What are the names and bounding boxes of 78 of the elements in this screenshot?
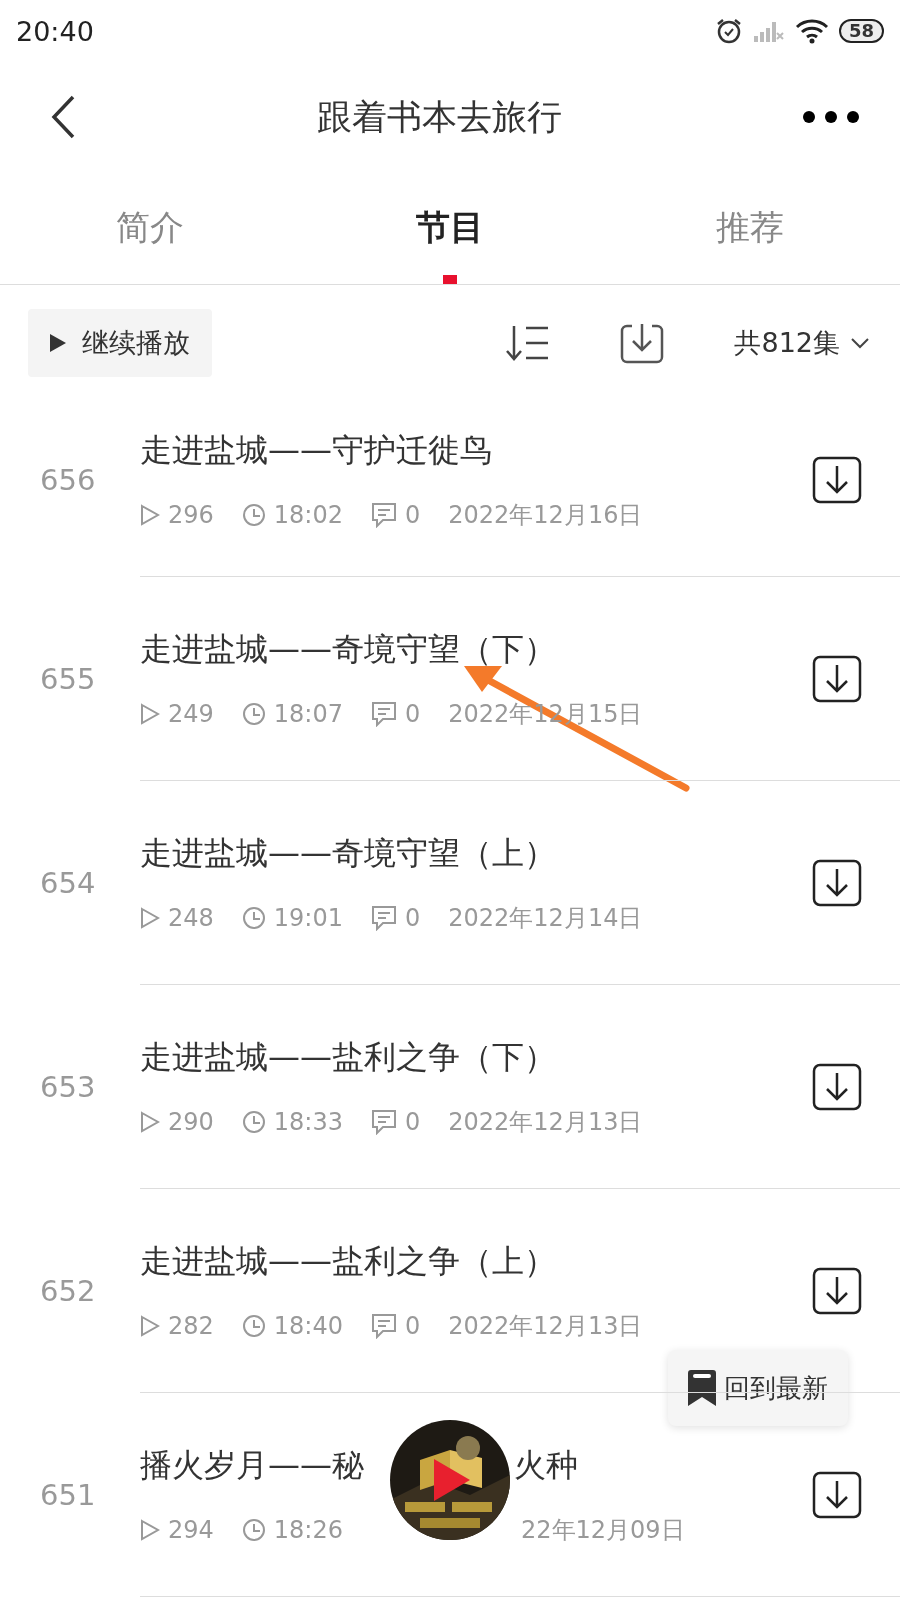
comment-icon	[371, 905, 397, 931]
download-icon[interactable]	[812, 1471, 862, 1519]
episode-title[interactable]: 走进盐城——奇境守望（下）	[140, 628, 556, 672]
play-count-icon	[140, 1111, 160, 1133]
play-count: 290	[168, 1108, 214, 1136]
episode-title[interactable]: 播火岁月——秘	[140, 1444, 364, 1488]
episode-date: 2022年12月15日	[448, 699, 643, 730]
comment-icon	[371, 1109, 397, 1135]
episode-count-dropdown[interactable]: 共812集	[734, 325, 870, 361]
play-icon	[50, 334, 66, 352]
tab[interactable]: 简介	[96, 195, 204, 261]
duration: 18:40	[273, 1312, 343, 1340]
episode-title[interactable]: 火种	[514, 1444, 578, 1488]
episode-date: 2022年12月13日	[448, 1107, 643, 1138]
episode-number: 656	[39, 463, 97, 497]
clock-icon	[241, 1314, 266, 1338]
download-icon[interactable]	[812, 655, 862, 703]
play-count-icon	[140, 1519, 160, 1541]
episode-title[interactable]: 走进盐城——盐利之争（上）	[140, 1240, 556, 1284]
episode-date: 2022年12月16日	[448, 500, 643, 531]
episode-title[interactable]: 走进盐城——奇境守望（上）	[140, 832, 556, 876]
back-icon[interactable]	[50, 95, 76, 139]
duration: 18:07	[273, 700, 343, 728]
comment-count: 0	[405, 904, 421, 932]
play-count: 294	[168, 1516, 214, 1544]
episode-date: 2022年12月13日	[448, 1311, 643, 1342]
episode-number: 654	[39, 866, 97, 900]
episode-number: 655	[39, 662, 97, 696]
tab[interactable]: 推荐	[696, 195, 804, 261]
download-icon[interactable]	[620, 322, 665, 364]
bookmark-icon	[688, 1370, 716, 1406]
play-count-icon	[140, 504, 160, 526]
episode-number: 652	[39, 1274, 97, 1308]
sort-icon[interactable]	[504, 324, 551, 362]
download-icon[interactable]	[812, 859, 862, 907]
duration: 19:01	[273, 904, 343, 932]
comment-count: 0	[405, 1312, 421, 1340]
tab-indicator	[443, 275, 457, 284]
battery-indicator: 58	[838, 19, 884, 43]
clock-icon	[241, 1110, 266, 1134]
play-count-icon	[140, 703, 160, 725]
clock-icon	[241, 503, 266, 527]
play-count: 296	[168, 501, 214, 529]
comment-icon	[371, 1313, 397, 1339]
episode-date: 22年12月09日	[521, 1515, 685, 1546]
download-icon[interactable]	[812, 1267, 862, 1315]
clock-icon	[241, 702, 266, 726]
comment-icon	[371, 701, 397, 727]
more-icon[interactable]	[802, 110, 860, 124]
duration: 18:33	[273, 1108, 343, 1136]
download-icon[interactable]	[812, 456, 862, 504]
play-count: 249	[168, 700, 214, 728]
signal-icon	[752, 19, 785, 43]
download-icon[interactable]	[812, 1063, 862, 1111]
page-title: 跟着书本去旅行	[316, 95, 562, 139]
play-count: 282	[168, 1312, 214, 1340]
play-count-icon	[140, 1315, 160, 1337]
play-count: 248	[168, 904, 214, 932]
comment-count: 0	[405, 501, 421, 529]
episode-title[interactable]: 走进盐城——守护迁徙鸟	[140, 429, 492, 473]
clock-icon	[241, 906, 266, 930]
comment-count: 0	[405, 700, 421, 728]
chevron-down-icon	[850, 337, 870, 349]
clock-icon	[241, 1518, 266, 1542]
episode-number: 651	[39, 1478, 97, 1512]
duration: 18:02	[273, 501, 343, 529]
tab[interactable]: 节目	[396, 195, 504, 261]
episode-date: 2022年12月14日	[448, 903, 643, 934]
comment-icon	[371, 502, 397, 528]
wifi-icon	[794, 18, 829, 44]
duration: 18:26	[273, 1516, 343, 1544]
status-time: 20:40	[16, 15, 94, 47]
comment-count: 0	[405, 1108, 421, 1136]
play-count-icon	[140, 907, 160, 929]
continue-play-button[interactable]: 继续播放	[28, 309, 212, 377]
episode-title[interactable]: 走进盐城——盐利之争（下）	[140, 1036, 556, 1080]
episode-number: 653	[39, 1070, 97, 1104]
play-icon[interactable]	[432, 1457, 472, 1503]
